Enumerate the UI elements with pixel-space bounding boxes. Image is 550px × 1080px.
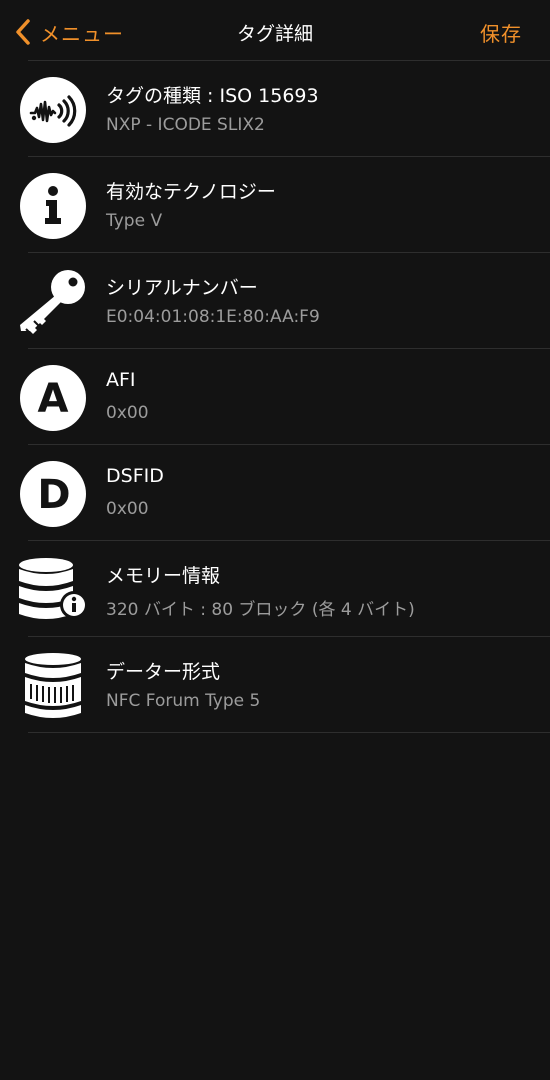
database-info-icon [18, 555, 88, 625]
save-button[interactable]: 保存 [480, 18, 522, 47]
row-value: E0:04:01:08:1E:80:AA:F9 [106, 307, 320, 327]
row-value: 0x00 [106, 403, 149, 423]
row-title: メモリー情報 [106, 565, 221, 587]
letter-d-icon: D [18, 459, 88, 529]
navigation-bar: メニュー タグ詳細 保存 [0, 0, 550, 62]
row-value: 320 バイト : 80 ブロック (各 4 バイト) [106, 600, 415, 620]
list-item-technologies: 有効なテクノロジー Type V [0, 157, 550, 252]
divider [28, 732, 550, 733]
letter-a-icon: A [18, 363, 88, 433]
svg-text:D: D [37, 472, 70, 518]
row-title: タグの種類 : ISO 15693 [106, 85, 319, 107]
row-value: Type V [106, 211, 163, 231]
row-value: NXP - ICODE SLIX2 [106, 115, 265, 135]
svg-text:A: A [38, 376, 69, 422]
page-title: タグ詳細 [236, 23, 313, 45]
key-icon [18, 267, 88, 337]
row-title: データー形式 [106, 661, 221, 683]
row-value: 0x00 [106, 499, 149, 519]
row-title: 有効なテクノロジー [106, 181, 276, 203]
list-item-afi: A AFI 0x00 [0, 349, 550, 444]
list-item-tag-type: タグの種類 : ISO 15693 NXP - ICODE SLIX2 [0, 61, 550, 156]
coin-stack-icon [18, 651, 88, 721]
row-title: DSFID [106, 465, 164, 487]
list-item-serial-number: シリアルナンバー E0:04:01:08:1E:80:AA:F9 [0, 253, 550, 348]
list-item-memory-info: メモリー情報 320 バイト : 80 ブロック (各 4 バイト) [0, 541, 550, 636]
list-item-data-format: データー形式 NFC Forum Type 5 [0, 637, 550, 732]
tag-detail-list: タグの種類 : ISO 15693 NXP - ICODE SLIX2 有効なテ… [0, 60, 550, 733]
row-title: AFI [106, 369, 136, 391]
sound-wave-icon [18, 75, 88, 145]
list-item-dsfid: D DSFID 0x00 [0, 445, 550, 540]
info-icon [18, 171, 88, 241]
row-value: NFC Forum Type 5 [106, 691, 261, 711]
row-title: シリアルナンバー [106, 277, 258, 299]
